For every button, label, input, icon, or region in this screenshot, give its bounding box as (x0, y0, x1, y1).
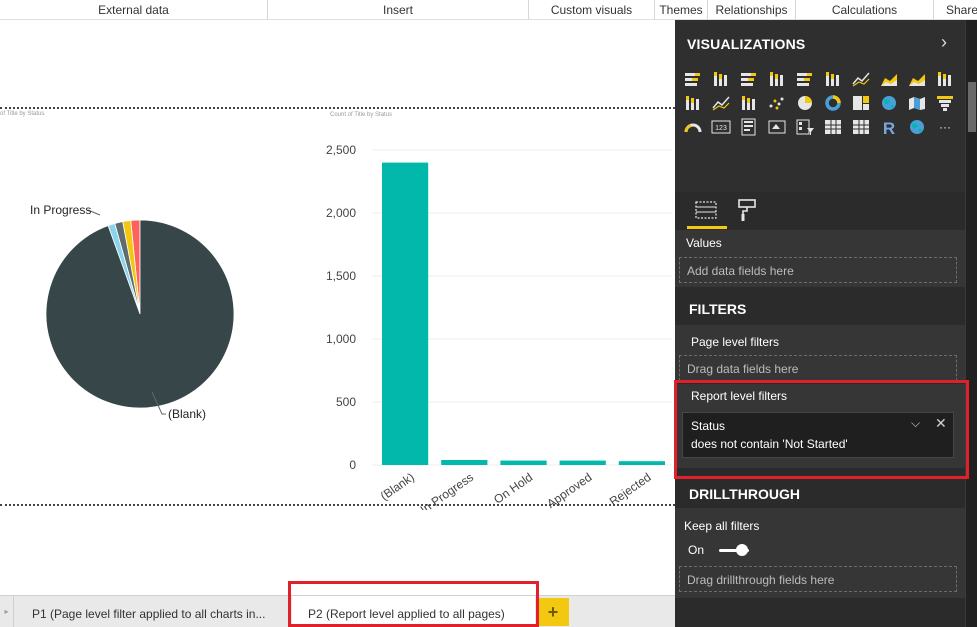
highlight-box-p2-tab (288, 581, 539, 627)
x-tick-label-approved: Approved (544, 470, 594, 510)
report-canvas[interactable]: of Title by Status Count of Title by Sta… (0, 20, 675, 595)
page-level-filters-label: Page level filters (691, 335, 780, 349)
clustered-bar-icon[interactable] (739, 70, 759, 88)
y-tick-label-5: 2,500 (326, 143, 356, 157)
map-icon[interactable] (879, 94, 899, 112)
ribbon-group-relationships[interactable]: Relationships (708, 0, 796, 20)
toggle-knob[interactable] (736, 544, 748, 556)
ribbon-group-insert[interactable]: Insert (268, 0, 529, 20)
bar-chart[interactable]: 0 500 1,000 1,500 2,000 2,500 (Blank) In Progr… (320, 110, 672, 510)
svg-text:R: R (883, 119, 895, 136)
x-tick-label-in-progress: In Progress (418, 470, 476, 510)
pie-chart[interactable]: In Progress (Blank) (0, 110, 300, 430)
funnel-icon[interactable] (935, 94, 955, 112)
waterfall-chart-icon[interactable] (739, 94, 759, 112)
y-tick-label-4: 2,000 (326, 206, 356, 220)
bar-in-progress (441, 460, 488, 465)
filled-map-icon[interactable] (907, 94, 927, 112)
pie-label-blank: (Blank) (168, 407, 206, 421)
bar-blank (382, 162, 429, 465)
y-tick-label-1: 500 (336, 395, 356, 409)
values-label: Values (686, 236, 722, 250)
stacked-column-icon[interactable] (711, 70, 731, 88)
format-paint-roller-icon[interactable] (737, 198, 757, 222)
ribbon-group-labels: External data Insert Custom visuals Them… (0, 0, 977, 20)
pie-slice-blank (45, 219, 235, 409)
ribbon-group-share[interactable]: Share (934, 0, 977, 20)
bar-approved (559, 460, 606, 465)
fields-pane-collapsed[interactable] (965, 20, 977, 627)
chevron-right-icon[interactable]: › (941, 32, 947, 53)
y-tick-label-0: 0 (349, 458, 356, 472)
tab-scroll-left-icon[interactable]: ▸ (0, 596, 14, 627)
visualizations-filters-pane: VISUALIZATIONS › 123 R ··· Values Add data… (675, 20, 965, 627)
kpi-icon[interactable] (767, 118, 787, 136)
visualizations-header: VISUALIZATIONS › 123 R ··· (675, 20, 965, 192)
treemap-icon[interactable] (851, 94, 871, 112)
line-clustered-column-icon[interactable] (935, 70, 955, 88)
highlight-box-report-filters (674, 380, 969, 479)
visual-top-boundary (0, 107, 675, 109)
ribbon-group-external-data[interactable]: External data (0, 0, 268, 20)
clustered-column-icon[interactable] (767, 70, 787, 88)
keep-all-filters-label: Keep all filters (684, 519, 760, 533)
ribbon-group-calculations[interactable]: Calculations (796, 0, 934, 20)
line-stacked-column-icon[interactable] (683, 94, 703, 112)
y-tick-label-2: 1,000 (326, 332, 356, 346)
drillthrough-drop-zone[interactable]: Drag drillthrough fields here (679, 566, 957, 592)
pane-tabs (675, 192, 965, 230)
drillthrough-heading: DRILLTHROUGH (689, 486, 800, 502)
drillthrough-placeholder: Drag drillthrough fields here (687, 573, 835, 587)
100-stacked-column-icon[interactable] (823, 70, 843, 88)
x-tick-label-rejected: Rejected (607, 470, 654, 509)
fields-well-icon[interactable] (695, 200, 717, 220)
ribbon-group-themes[interactable]: Themes (655, 0, 708, 20)
more-icon[interactable]: ··· (935, 118, 955, 136)
r-script-icon[interactable]: R (879, 118, 899, 136)
values-placeholder: Add data fields here (687, 264, 794, 278)
gauge-icon[interactable] (683, 118, 703, 136)
stacked-area-icon[interactable] (907, 70, 927, 88)
visualizations-title: VISUALIZATIONS (687, 36, 806, 52)
svg-text:···: ··· (939, 120, 951, 134)
ribbon-chart-icon[interactable] (711, 94, 731, 112)
card-icon[interactable]: 123 (711, 118, 731, 136)
bar-on-hold (500, 460, 547, 465)
svg-text:123: 123 (715, 125, 727, 132)
pie-chart-icon[interactable] (795, 94, 815, 112)
stacked-bar-icon[interactable] (683, 70, 703, 88)
pie-label-in-progress: In Progress (30, 203, 91, 217)
active-tab-indicator (687, 226, 727, 229)
line-chart-icon[interactable] (851, 70, 871, 88)
page-filters-placeholder: Drag data fields here (687, 362, 799, 376)
100-stacked-bar-icon[interactable] (795, 70, 815, 88)
y-tick-label-3: 1,500 (326, 269, 356, 283)
values-drop-zone[interactable]: Add data fields here (679, 257, 957, 283)
multi-row-card-icon[interactable] (739, 118, 759, 136)
globe-icon[interactable] (907, 118, 927, 136)
table-icon[interactable] (823, 118, 843, 136)
fields-pane-label (968, 82, 976, 132)
area-chart-icon[interactable] (879, 70, 899, 88)
x-tick-label-on-hold: On Hold (491, 470, 535, 507)
matrix-icon[interactable] (851, 118, 871, 136)
ribbon-group-custom-visuals[interactable]: Custom visuals (529, 0, 655, 20)
add-page-button[interactable]: + (537, 598, 569, 626)
filters-heading: FILTERS (689, 301, 747, 317)
donut-chart-icon[interactable] (823, 94, 843, 112)
scatter-chart-icon[interactable] (767, 94, 787, 112)
page-tab-p1[interactable]: P1 (Page level filter applied to all cha… (16, 596, 286, 627)
slicer-icon[interactable] (795, 118, 815, 136)
toggle-state-label: On (688, 543, 705, 557)
bar-rejected (618, 461, 665, 465)
x-tick-label-blank: (Blank) (378, 470, 417, 503)
page-filters-drop-zone[interactable]: Drag data fields here (679, 355, 957, 381)
